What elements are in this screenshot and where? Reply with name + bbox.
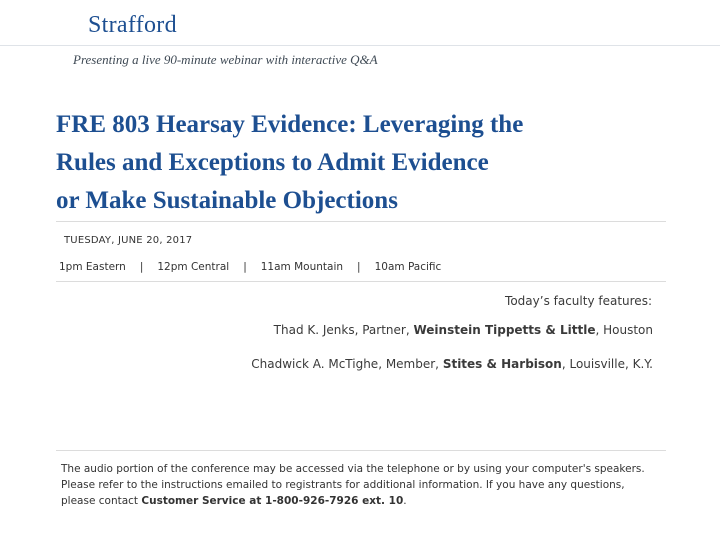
speaker-1: Thad K. Jenks, Partner, Weinstein Tippet… xyxy=(274,323,653,337)
time-eastern: 1pm Eastern xyxy=(59,261,126,273)
time-central: 12pm Central xyxy=(157,261,230,273)
notice-end: . xyxy=(403,495,407,507)
webinar-title: FRE 803 Hearsay Evidence: Leveraging the… xyxy=(56,106,666,220)
title-line-2: Rules and Exceptions to Admit Evidence xyxy=(56,149,489,176)
audio-notice: The audio portion of the conference may … xyxy=(61,461,661,509)
speaker-2-name: Chadwick A. McTighe, Member, xyxy=(251,357,443,371)
time-pacific: 10am Pacific xyxy=(374,261,442,273)
title-divider xyxy=(56,221,666,222)
faculty-heading: Today’s faculty features: xyxy=(505,294,652,308)
time-zones-row: 1pm Eastern | 12pm Central | 11am Mountain | 1… xyxy=(59,261,441,273)
time-separator: | xyxy=(357,261,361,273)
strafford-logo: Strafford xyxy=(88,12,177,38)
speaker-1-firm: Weinstein Tippetts & Little xyxy=(413,323,596,337)
speaker-2-location: , Louisville, K.Y. xyxy=(561,357,653,371)
speaker-2-firm: Stites & Harbison xyxy=(442,357,562,371)
webinar-date: TUESDAY, JUNE 20, 2017 xyxy=(64,235,193,246)
time-mountain: 11am Mountain xyxy=(260,261,344,273)
speaker-1-name: Thad K. Jenks, Partner, xyxy=(273,323,414,337)
speaker-2: Chadwick A. McTighe, Member, Stites & Ha… xyxy=(251,357,653,371)
customer-service-contact: Customer Service at 1-800-926-7926 ext. … xyxy=(141,495,404,507)
title-line-3: or Make Sustainable Objections xyxy=(56,187,398,214)
time-separator: | xyxy=(139,261,144,273)
notice-divider xyxy=(56,450,666,451)
webinar-tagline: Presenting a live 90-minute webinar with… xyxy=(73,52,378,67)
speaker-1-location: , Houston xyxy=(595,323,653,337)
header-divider xyxy=(0,45,720,46)
title-line-1: FRE 803 Hearsay Evidence: Leveraging the xyxy=(56,111,524,138)
times-divider xyxy=(56,281,666,282)
time-separator: | xyxy=(243,261,247,273)
